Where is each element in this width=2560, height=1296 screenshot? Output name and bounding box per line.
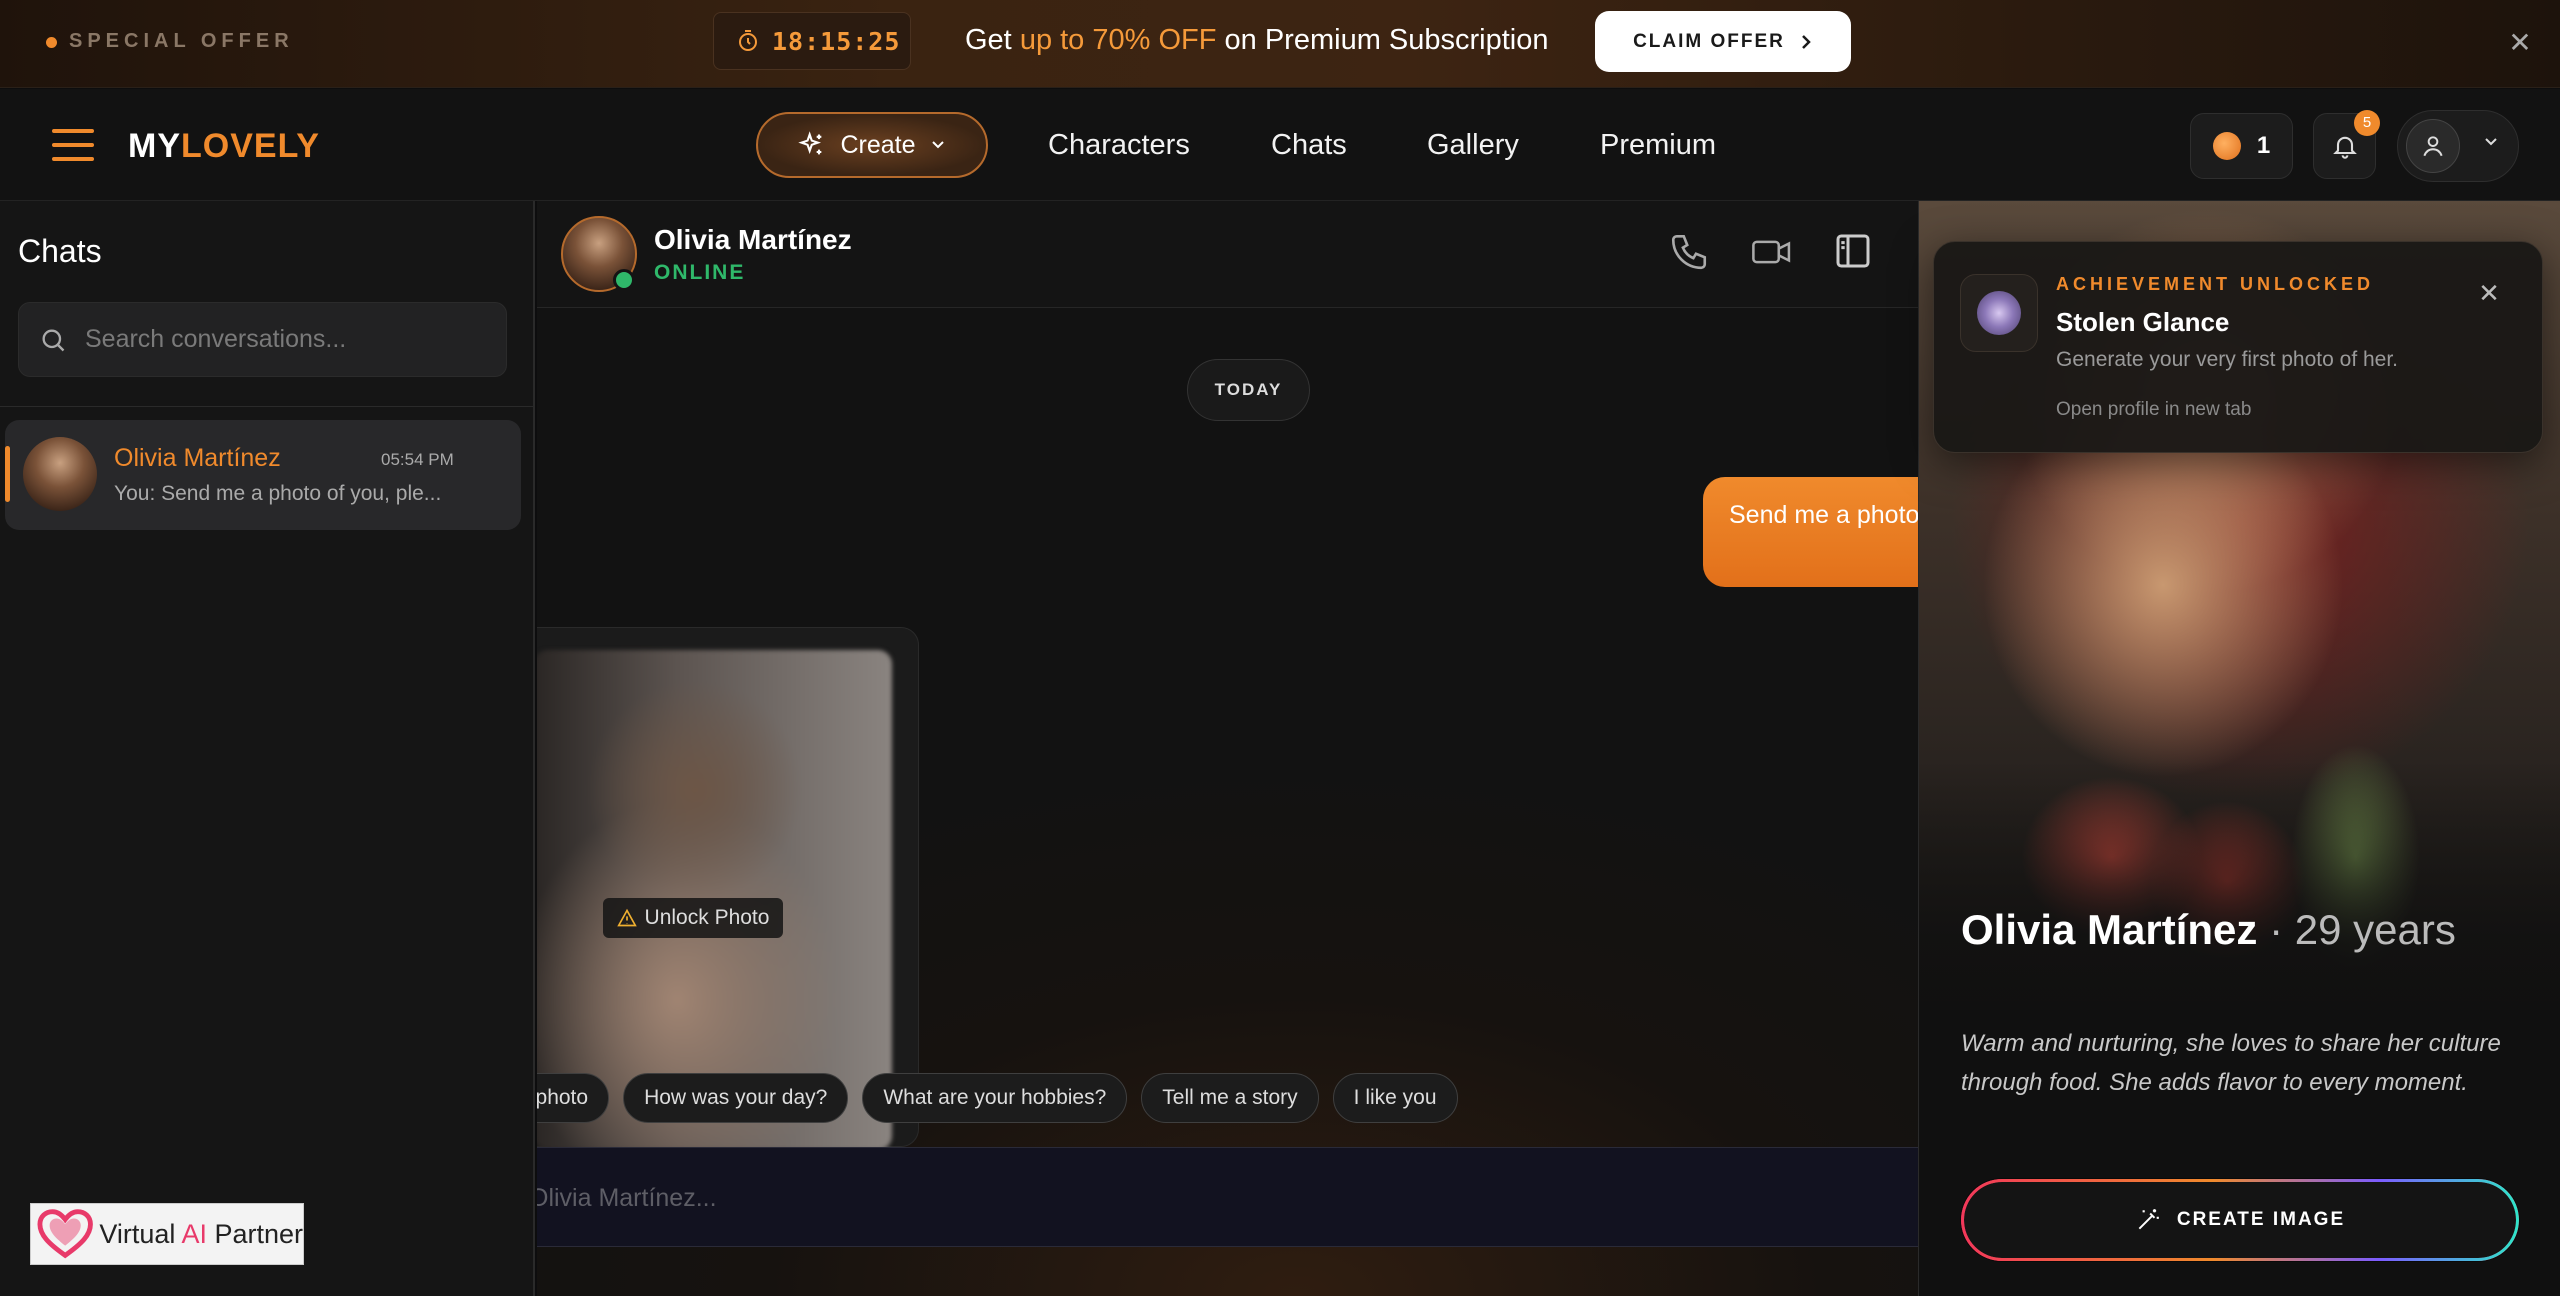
nav-link-gallery[interactable]: Gallery: [1427, 129, 1519, 162]
active-indicator: [5, 446, 10, 502]
promo-text-start: Get: [965, 24, 1020, 56]
conversation-avatar: [23, 437, 97, 511]
chat-contact-name: Olivia Martínez: [654, 224, 852, 255]
message-input[interactable]: [537, 1176, 1829, 1220]
watermark-text: Virtual AI Partner: [99, 1219, 303, 1250]
achievement-toast: ACHIEVEMENT UNLOCKED Stolen Glance Gener…: [1933, 241, 2543, 453]
promo-message: Get up to 70% OFF on Premium Subscriptio…: [965, 24, 1549, 57]
promo-banner: SPECIAL OFFER 18:15:25 Get up to 70% OFF…: [0, 0, 2560, 88]
notification-count-badge: 5: [2354, 110, 2380, 136]
suggestion-chips: n photo How was your day? What are your …: [537, 1073, 1458, 1125]
sidebar-title: Chats: [18, 233, 102, 269]
search-icon: [42, 329, 65, 351]
character-name: Olivia Martínez · 29 years: [1961, 906, 2456, 954]
watermark-part-2: Partner: [206, 1218, 303, 1249]
claim-offer-button[interactable]: CLAIM OFFER: [1595, 11, 1851, 72]
chat-panel: Olivia Martínez ONLINE TODAY Send me a p…: [537, 201, 1918, 1296]
unlock-photo-label: Unlock Photo: [644, 906, 770, 929]
conversation-time: 05:54 PM: [381, 450, 454, 469]
create-label: Create: [840, 130, 916, 159]
coin-balance-button[interactable]: 1: [2190, 113, 2293, 179]
conversation-name: Olivia Martínez: [114, 444, 281, 472]
close-icon[interactable]: ✕: [2474, 278, 2504, 308]
countdown-value: 18:15:25: [772, 26, 901, 56]
online-indicator: [613, 269, 635, 291]
create-image-label: CREATE IMAGE: [2176, 1209, 2346, 1230]
locked-photo-message: [537, 627, 919, 1150]
suggestion-chip[interactable]: What are your hobbies?: [862, 1073, 1128, 1123]
conversation-item[interactable]: Olivia Martínez 05:54 PM You: Send me a …: [5, 420, 521, 530]
chats-sidebar: Chats Olivia Martínez 05:54 PM You: Send…: [0, 201, 535, 1296]
watermark-ai: AI: [181, 1218, 207, 1249]
video-call-icon[interactable]: [1750, 231, 1794, 273]
promo-text-end: on Premium Subscription: [1216, 24, 1549, 56]
unlock-photo-button[interactable]: Unlock Photo: [603, 898, 783, 938]
open-profile-link[interactable]: Open profile in new tab: [2056, 399, 2251, 421]
promo-highlight: up to 70% OFF: [1019, 24, 1217, 56]
suggestion-chip[interactable]: n photo: [537, 1073, 610, 1123]
watermark-part-1: Virtual: [99, 1218, 182, 1249]
coin-count: 1: [2256, 132, 2271, 159]
create-dropdown-button[interactable]: Create: [756, 112, 988, 178]
logo-part-2: LOVELY: [181, 127, 320, 165]
phone-icon[interactable]: [1668, 231, 1710, 273]
suggestion-chip[interactable]: Tell me a story: [1141, 1073, 1319, 1123]
character-name-text: Olivia Martínez: [1961, 906, 2258, 953]
conversation-preview: You: Send me a photo of you, ple...: [114, 482, 442, 505]
user-avatar: [2406, 119, 2460, 173]
character-age: · 29 years: [2257, 906, 2456, 953]
logo-part-1: MY: [128, 127, 181, 165]
special-offer-label: SPECIAL OFFER: [69, 30, 294, 52]
achievement-medal-icon: [1977, 291, 2021, 335]
achievement-title: Stolen Glance: [2056, 307, 2230, 337]
search-input[interactable]: [85, 325, 485, 354]
countdown-timer: 18:15:25: [713, 12, 911, 70]
top-navigation: MYLOVELY Create Characters Chats Gallery…: [0, 89, 2560, 201]
character-description: Warm and nurturing, she loves to share h…: [1961, 1030, 2501, 1096]
message-input-bar: [537, 1147, 1918, 1247]
nav-link-chats[interactable]: Chats: [1271, 129, 1347, 162]
sidebar-divider: [0, 406, 535, 407]
site-logo[interactable]: MYLOVELY: [128, 127, 320, 166]
notifications-button[interactable]: 5: [2313, 110, 2380, 179]
nav-link-characters[interactable]: Characters: [1048, 129, 1190, 162]
user-menu-button[interactable]: [2397, 110, 2519, 182]
suggestion-chip[interactable]: I like you: [1332, 1073, 1458, 1123]
suggestion-chip[interactable]: How was your day?: [623, 1073, 849, 1123]
date-divider: TODAY: [1187, 359, 1310, 421]
bell-icon: [2332, 136, 2357, 159]
menu-icon[interactable]: [52, 129, 94, 161]
nav-link-premium[interactable]: Premium: [1600, 129, 1716, 162]
sparkles-icon: [798, 131, 822, 155]
chevron-down-icon: [931, 141, 944, 149]
claim-offer-label: CLAIM OFFER: [1633, 30, 1785, 52]
coin-icon: [2212, 132, 2241, 160]
stopwatch-icon: [739, 30, 757, 51]
outgoing-message: Send me a photo: [1703, 477, 1918, 587]
warning-icon: [616, 908, 637, 927]
achievement-badge: [1960, 274, 2038, 352]
heart-logo-icon: [37, 1209, 93, 1259]
user-icon: [2423, 136, 2443, 157]
chevron-right-icon: [1802, 34, 1811, 49]
side-panel-toggle-icon[interactable]: [1833, 231, 1873, 271]
magic-wand-icon: [2138, 1209, 2159, 1230]
close-icon[interactable]: ✕: [2503, 26, 2537, 60]
virtual-ai-partner-watermark: Virtual AI Partner: [30, 1203, 304, 1265]
achievement-description: Generate your very first photo of her.: [2056, 348, 2399, 371]
search-box: [18, 302, 507, 377]
chevron-down-icon: [2485, 138, 2497, 146]
chat-header: Olivia Martínez ONLINE: [537, 201, 1918, 308]
create-image-button[interactable]: CREATE IMAGE: [1961, 1179, 2519, 1261]
offer-dot-icon: [46, 37, 57, 48]
achievement-kicker: ACHIEVEMENT UNLOCKED: [2056, 274, 2375, 294]
chat-status: ONLINE: [654, 261, 746, 284]
